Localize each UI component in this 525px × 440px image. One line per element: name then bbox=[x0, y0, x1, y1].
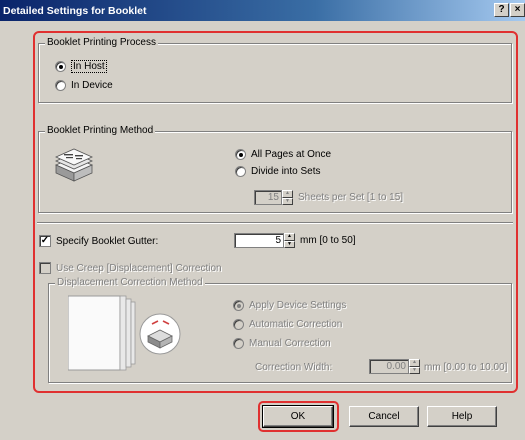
radio-button-icon[interactable] bbox=[55, 61, 66, 72]
gutter-stepper[interactable]: 5 ▲ ▼ bbox=[234, 233, 295, 248]
group-label: Booklet Printing Process bbox=[45, 37, 158, 48]
creep-correction-checkbox[interactable]: Use Creep [Displacement] Correction bbox=[39, 262, 222, 274]
window-title: Detailed Settings for Booklet bbox=[3, 4, 147, 17]
gutter-value-field[interactable]: 5 bbox=[234, 233, 284, 248]
title-bar: Detailed Settings for Booklet ? × bbox=[0, 0, 525, 21]
booklet-creep-illustration bbox=[67, 294, 183, 374]
down-arrow-icon[interactable]: ▼ bbox=[282, 197, 293, 205]
radio-label: In Host bbox=[71, 60, 107, 73]
checkbox-label: Use Creep [Displacement] Correction bbox=[56, 262, 222, 274]
sheets-per-set-label: Sheets per Set [1 to 15] bbox=[298, 192, 404, 203]
close-icon[interactable]: × bbox=[510, 3, 525, 17]
radio-label: All Pages at Once bbox=[251, 149, 332, 160]
radio-button-icon[interactable] bbox=[235, 149, 246, 160]
radio-button-icon[interactable] bbox=[55, 80, 66, 91]
radio-label: Manual Correction bbox=[249, 338, 331, 349]
group-label: Displacement Correction Method bbox=[55, 277, 205, 288]
radio-divide-into-sets[interactable]: Divide into Sets bbox=[235, 166, 320, 177]
specify-gutter-checkbox[interactable]: ✓ Specify Booklet Gutter: bbox=[39, 235, 158, 247]
spin-arrows[interactable]: ▲ ▼ bbox=[284, 233, 295, 248]
booklet-stack-icon bbox=[52, 143, 96, 185]
radio-button-icon[interactable] bbox=[233, 300, 244, 311]
correction-width-field[interactable]: 0.00 bbox=[369, 359, 409, 374]
radio-in-host[interactable]: In Host bbox=[55, 60, 107, 73]
up-arrow-icon[interactable]: ▲ bbox=[282, 190, 293, 198]
sheets-per-set-field[interactable]: 15 bbox=[254, 190, 282, 205]
ok-button[interactable]: OK bbox=[262, 405, 334, 428]
radio-in-device[interactable]: In Device bbox=[55, 80, 113, 91]
correction-width-stepper[interactable]: 0.00 ▲ ▼ bbox=[369, 359, 420, 374]
down-arrow-icon[interactable]: ▼ bbox=[284, 240, 295, 248]
group-label: Booklet Printing Method bbox=[45, 125, 156, 136]
radio-button-icon[interactable] bbox=[233, 338, 244, 349]
sheets-per-set-stepper[interactable]: 15 ▲ ▼ bbox=[254, 190, 293, 205]
help-button[interactable]: Help bbox=[427, 406, 497, 427]
radio-button-icon[interactable] bbox=[235, 166, 246, 177]
correction-width-range: mm [0.00 to 10.00] bbox=[424, 362, 508, 373]
radio-all-pages-at-once[interactable]: All Pages at Once bbox=[235, 149, 331, 160]
radio-label: Automatic Correction bbox=[249, 319, 343, 330]
radio-button-icon[interactable] bbox=[233, 319, 244, 330]
spin-arrows[interactable]: ▲ ▼ bbox=[282, 190, 293, 205]
booklet-printing-process-group: Booklet Printing Process bbox=[38, 37, 512, 103]
radio-apply-device-settings[interactable]: Apply Device Settings bbox=[233, 300, 346, 311]
down-arrow-icon[interactable]: ▼ bbox=[409, 366, 420, 374]
radio-label: In Device bbox=[71, 80, 113, 91]
cancel-button[interactable]: Cancel bbox=[349, 406, 419, 427]
up-arrow-icon[interactable]: ▲ bbox=[284, 233, 295, 241]
radio-label: Apply Device Settings bbox=[249, 300, 347, 311]
gutter-range-label: mm [0 to 50] bbox=[300, 235, 356, 246]
radio-manual-correction[interactable]: Manual Correction bbox=[233, 338, 331, 349]
checkbox-label: Specify Booklet Gutter: bbox=[56, 235, 159, 247]
correction-width-label: Correction Width: bbox=[255, 362, 333, 373]
up-arrow-icon[interactable]: ▲ bbox=[409, 359, 420, 367]
radio-label: Divide into Sets bbox=[251, 166, 321, 177]
help-icon[interactable]: ? bbox=[494, 3, 509, 17]
spin-arrows[interactable]: ▲ ▼ bbox=[409, 359, 420, 374]
separator bbox=[37, 222, 513, 224]
checkbox-icon[interactable] bbox=[39, 262, 51, 274]
checkbox-checked-icon[interactable]: ✓ bbox=[39, 235, 51, 247]
radio-automatic-correction[interactable]: Automatic Correction bbox=[233, 319, 342, 330]
